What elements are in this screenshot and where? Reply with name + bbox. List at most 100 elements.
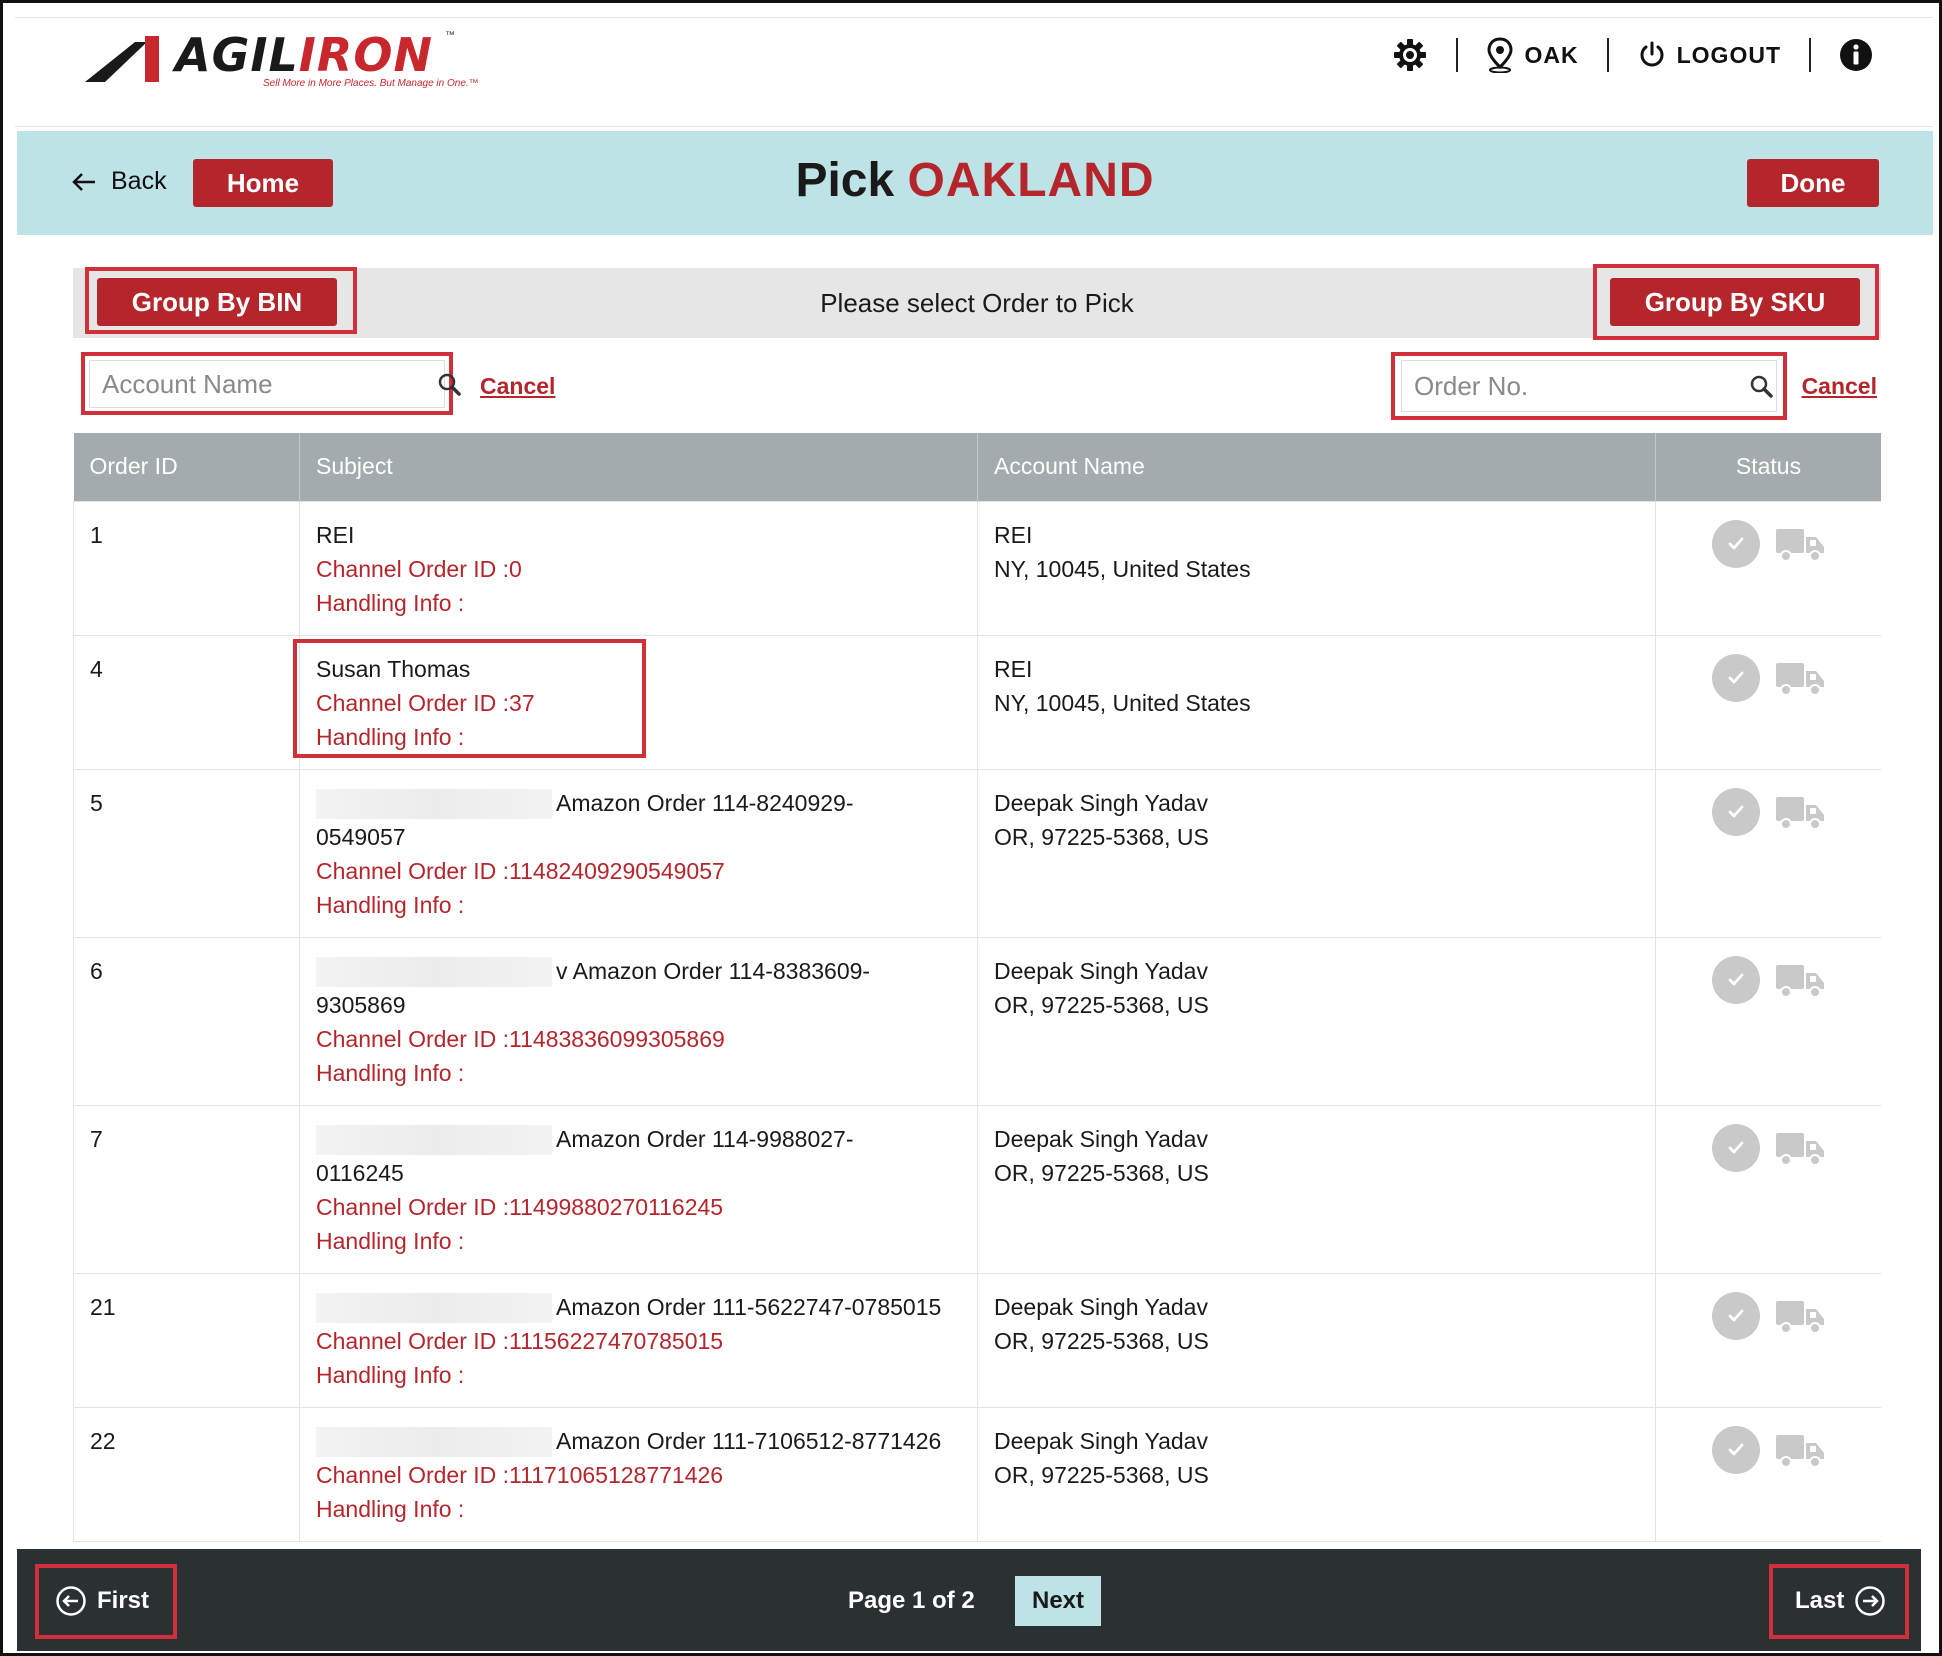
table-header-row: Order ID Subject Account Name Status (73, 433, 1881, 501)
logo-tagline: Sell More in More Places. But Manage in … (263, 78, 479, 89)
logout-button[interactable]: LOGOUT (1637, 40, 1781, 70)
status-icons (1711, 955, 1826, 1004)
account-name: REI (994, 655, 1033, 682)
group-by-sku-button[interactable]: Group By SKU (1610, 278, 1860, 326)
order-id: 4 (90, 655, 103, 682)
account-name-cell: Deepak Singh Yadav OR, 97225-5368, US (977, 936, 1656, 1106)
divider (1456, 38, 1459, 72)
check-circle-icon[interactable] (1711, 1425, 1760, 1474)
status-icons (1711, 653, 1826, 702)
handling-info: Handling Info : (316, 1495, 465, 1522)
arrow-right-circle-icon (1854, 1585, 1886, 1617)
table-row[interactable]: 1 REI Channel Order ID :0 Handling Info … (73, 500, 1881, 636)
order-id-cell: 7 (73, 1104, 300, 1274)
truck-icon[interactable] (1774, 961, 1826, 999)
check-circle-icon[interactable] (1711, 955, 1760, 1004)
last-page-button[interactable]: Last (1795, 1585, 1886, 1617)
location-label: OAK (1524, 41, 1579, 68)
subject-line-1: REI (316, 521, 355, 548)
check-circle-icon[interactable] (1711, 787, 1760, 836)
settings-gear-icon[interactable] (1392, 37, 1428, 73)
order-id: 6 (90, 957, 103, 984)
subject-line-1: Amazon Order 114-8240929- (316, 786, 961, 820)
subject-cell: Amazon Order 114-8240929- 0549057 Channe… (299, 768, 978, 938)
logo-mark-icon (85, 36, 159, 82)
col-status[interactable]: Status (1655, 433, 1881, 501)
channel-order-id: Channel Order ID :11171065128771426 (316, 1461, 724, 1488)
truck-icon[interactable] (1774, 525, 1826, 563)
redacted-name (316, 1427, 552, 1458)
channel-order-id: Channel Order ID :0 (316, 555, 522, 582)
check-circle-icon[interactable] (1711, 519, 1760, 568)
next-page-button[interactable]: Next (1015, 1576, 1101, 1626)
order-id-cell: 1 (73, 500, 300, 636)
account-address: OR, 97225-5368, US (994, 1159, 1209, 1186)
handling-info: Handling Info : (316, 1059, 465, 1086)
done-button[interactable]: Done (1747, 159, 1879, 207)
agiliron-logo[interactable]: AGILIRON ™ Sell More in More Places. But… (85, 26, 479, 96)
account-name: Deepak Singh Yadav (994, 1293, 1208, 1320)
status-icons (1711, 519, 1826, 568)
status-cell (1655, 936, 1881, 1106)
order-id: 21 (90, 1293, 116, 1320)
power-icon (1637, 40, 1667, 70)
order-id: 22 (90, 1427, 116, 1454)
order-id-cell: 21 (73, 1272, 300, 1408)
first-label: First (97, 1587, 150, 1614)
status-cell (1655, 1272, 1881, 1408)
truck-icon[interactable] (1774, 1129, 1826, 1167)
account-name-input[interactable] (90, 368, 437, 400)
info-icon[interactable] (1839, 38, 1873, 72)
subject-line-1: Amazon Order 114-9988027- (316, 1122, 961, 1156)
logo-trademark: ™ (445, 30, 455, 41)
check-circle-icon[interactable] (1711, 653, 1760, 702)
table-row[interactable]: 22 Amazon Order 111-7106512-8771426 Chan… (73, 1406, 1881, 1542)
account-cancel-link[interactable]: Cancel (480, 373, 555, 400)
divider (1809, 38, 1811, 72)
truck-icon[interactable] (1774, 659, 1826, 697)
account-name: REI (994, 521, 1033, 548)
redacted-name (316, 957, 552, 988)
account-name: Deepak Singh Yadav (994, 789, 1208, 816)
status-icons (1711, 1291, 1826, 1340)
subject-cell: REI Channel Order ID :0 Handling Info : (299, 500, 978, 636)
account-name-cell: Deepak Singh Yadav OR, 97225-5368, US (977, 1104, 1656, 1274)
search-icon[interactable] (1749, 374, 1773, 398)
channel-order-id: Channel Order ID :11483836099305869 (316, 1025, 725, 1052)
location-pin-icon (1486, 37, 1514, 73)
truck-icon[interactable] (1774, 1431, 1826, 1469)
app-window: AGILIRON ™ Sell More in More Places. But… (0, 0, 1942, 1656)
truck-icon[interactable] (1774, 1297, 1826, 1335)
table-row[interactable]: 7 Amazon Order 114-9988027- 0116245 Chan… (73, 1104, 1881, 1274)
status-icons (1711, 1425, 1826, 1474)
account-name: Deepak Singh Yadav (994, 957, 1208, 984)
search-icon[interactable] (437, 372, 461, 396)
status-cell (1655, 1406, 1881, 1542)
col-account-name[interactable]: Account Name (977, 433, 1656, 501)
first-page-button[interactable]: First (55, 1585, 149, 1617)
location-selector[interactable]: OAK (1486, 37, 1578, 73)
order-cancel-link[interactable]: Cancel (1802, 373, 1877, 400)
group-by-bin-button[interactable]: Group By BIN (97, 278, 337, 326)
col-subject[interactable]: Subject (299, 433, 978, 501)
truck-icon[interactable] (1774, 793, 1826, 831)
table-row[interactable]: 6 v Amazon Order 114-8383609- 9305869 Ch… (73, 936, 1881, 1106)
page-header-band: Back Home Pick OAKLAND Done (17, 131, 1933, 235)
arrow-left-circle-icon (55, 1585, 87, 1617)
order-no-input[interactable] (1402, 370, 1749, 402)
subject-line-2: 0549057 (316, 823, 406, 850)
check-circle-icon[interactable] (1711, 1123, 1760, 1172)
top-actions: OAK LOGOUT (1392, 32, 1873, 78)
last-label: Last (1795, 1587, 1845, 1614)
account-name: Deepak Singh Yadav (994, 1125, 1208, 1152)
table-row[interactable]: 21 Amazon Order 111-5622747-0785015 Chan… (73, 1272, 1881, 1408)
orders-table-wrap: Order ID Subject Account Name Status 1 R… (73, 433, 1881, 1550)
handling-info: Handling Info : (316, 589, 465, 616)
col-order-id[interactable]: Order ID (73, 433, 300, 501)
account-name-cell: REI NY, 10045, United States (977, 500, 1656, 636)
page-info: Page 1 of 2 (848, 1587, 975, 1614)
table-row[interactable]: 5 Amazon Order 114-8240929- 0549057 Chan… (73, 768, 1881, 938)
subject-cell: v Amazon Order 114-8383609- 9305869 Chan… (299, 936, 978, 1106)
handling-info: Handling Info : (316, 891, 465, 918)
check-circle-icon[interactable] (1711, 1291, 1760, 1340)
